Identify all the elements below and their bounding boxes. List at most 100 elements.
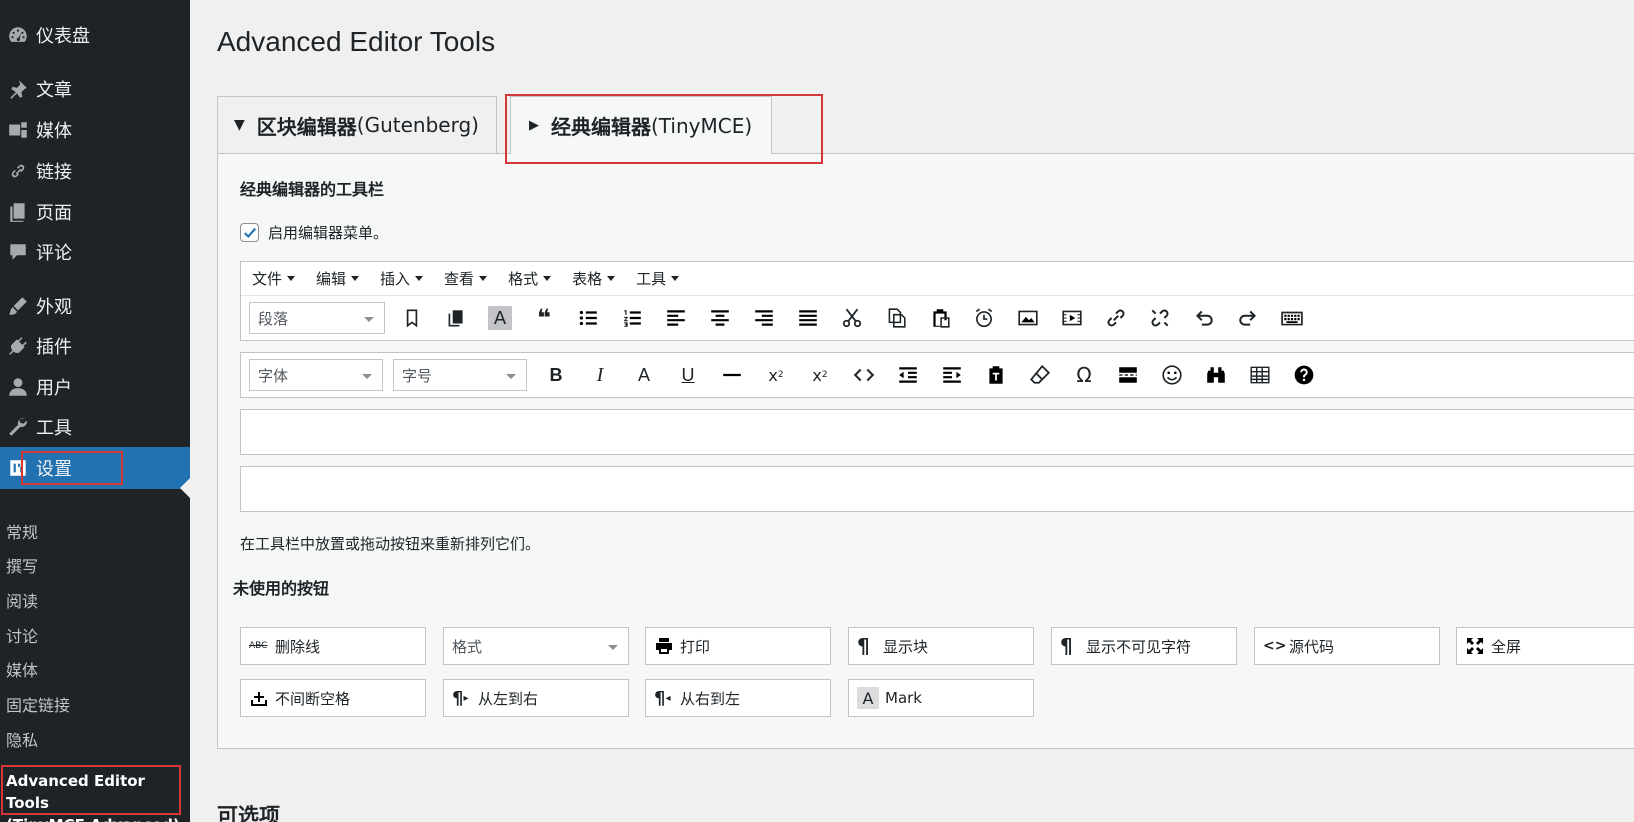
nav-pages[interactable]: 页面 <box>0 191 190 233</box>
paste-icon[interactable] <box>923 301 957 335</box>
formats-label: 格式 <box>452 637 483 656</box>
submenu-writing[interactable]: 撰写 <box>6 550 38 584</box>
keyboard-icon[interactable] <box>1275 301 1309 335</box>
submenu-general[interactable]: 常规 <box>6 516 38 550</box>
nav-media[interactable]: 媒体 <box>0 109 190 151</box>
unused-fullscreen-button[interactable]: 全屏 <box>1456 627 1634 665</box>
unused-source-code-button[interactable]: <> 源代码 <box>1254 627 1440 665</box>
help-icon[interactable] <box>1287 358 1321 392</box>
caret-down-icon <box>479 276 488 281</box>
underline-icon[interactable]: U <box>671 358 705 392</box>
omega-icon[interactable]: Ω <box>1067 358 1101 392</box>
clock-icon[interactable] <box>967 301 1001 335</box>
redo-icon[interactable] <box>1231 301 1265 335</box>
menu-file[interactable]: 文件 <box>252 268 296 289</box>
nav-links[interactable]: 链接 <box>0 150 190 192</box>
unused-strikethrough-button[interactable]: ABC 删除线 <box>240 627 426 665</box>
image-icon[interactable] <box>1011 301 1045 335</box>
page-break-icon[interactable] <box>1111 358 1145 392</box>
unused-show-invisibles-button[interactable]: ¶ 显示不可见字符 <box>1051 627 1237 665</box>
bullet-list-icon[interactable] <box>571 301 605 335</box>
eraser-icon[interactable] <box>1023 358 1057 392</box>
italic-icon[interactable]: I <box>583 358 617 392</box>
superscript-icon[interactable]: x2 <box>759 358 793 392</box>
mark-icon: A <box>857 687 879 709</box>
submenu-permalinks[interactable]: 固定链接 <box>6 689 70 723</box>
indent-icon[interactable] <box>935 358 969 392</box>
media-icon[interactable] <box>1055 301 1089 335</box>
unused-show-blocks-button[interactable]: ¶ 显示块 <box>848 627 1034 665</box>
plug-icon <box>0 335 36 357</box>
enable-menu-row: 启用编辑器菜单。 <box>240 222 388 243</box>
unused-ltr-button[interactable]: ¶ ▸ 从左到右 <box>443 679 629 717</box>
unlink-icon[interactable] <box>1143 301 1177 335</box>
toolbar-row-3-empty[interactable] <box>240 409 1634 455</box>
font-size-select[interactable]: 字号 <box>393 359 527 391</box>
mark-label: Mark <box>885 689 922 707</box>
align-left-icon[interactable] <box>659 301 693 335</box>
wrench-icon <box>0 416 36 438</box>
horizontal-line-icon[interactable] <box>715 358 749 392</box>
link-icon <box>0 160 36 182</box>
unused-print-button[interactable]: 打印 <box>645 627 831 665</box>
nav-comments[interactable]: 评论 <box>0 231 190 273</box>
caret-down-icon <box>287 276 296 281</box>
numbered-list-icon[interactable] <box>615 301 649 335</box>
menu-insert[interactable]: 插入 <box>380 268 424 289</box>
rtl-label: 从右到左 <box>680 689 741 708</box>
nav-dashboard[interactable]: 仪表盘 <box>0 14 190 56</box>
enable-menu-checkbox[interactable] <box>240 223 259 242</box>
font-family-select[interactable]: 字体 <box>249 359 383 391</box>
nav-tools[interactable]: 工具 <box>0 406 190 448</box>
font-size-value: 字号 <box>402 366 433 385</box>
toolbar-row-4-empty[interactable] <box>240 466 1634 512</box>
outdent-icon[interactable] <box>891 358 925 392</box>
user-icon <box>0 376 36 398</box>
menu-table[interactable]: 表格 <box>572 268 616 289</box>
table-icon[interactable] <box>1243 358 1277 392</box>
paste-text-icon[interactable] <box>979 358 1013 392</box>
nav-posts[interactable]: 文章 <box>0 68 190 110</box>
bookmark-icon[interactable] <box>395 301 429 335</box>
subscript-icon[interactable]: x2 <box>803 358 837 392</box>
unused-mark-button[interactable]: A Mark <box>848 679 1034 717</box>
format-select[interactable]: 段落 <box>249 302 385 334</box>
align-justify-icon[interactable] <box>791 301 825 335</box>
unused-nbsp-button[interactable]: 不间断空格 <box>240 679 426 717</box>
menu-format[interactable]: 格式 <box>508 268 552 289</box>
show-blocks-label: 显示块 <box>883 637 929 656</box>
submenu-reading[interactable]: 阅读 <box>6 585 38 619</box>
brush-icon <box>0 295 36 317</box>
align-right-icon[interactable] <box>747 301 781 335</box>
copy-doc-icon[interactable] <box>879 301 913 335</box>
unused-rtl-button[interactable]: ¶ ◂ 从右到左 <box>645 679 831 717</box>
code-icon[interactable] <box>847 358 881 392</box>
tab-gutenberg[interactable]: ▼ 区块编辑器 (Gutenberg) <box>217 96 497 153</box>
submenu-privacy[interactable]: 隐私 <box>6 724 38 758</box>
toolbar-row-1: 段落 A ❝ <box>241 296 1319 340</box>
undo-icon[interactable] <box>1187 301 1221 335</box>
nav-plugins[interactable]: 插件 <box>0 325 190 367</box>
text-highlight-icon[interactable]: A <box>488 306 512 330</box>
align-center-icon[interactable] <box>703 301 737 335</box>
media-icon <box>0 119 36 141</box>
nav-appearance[interactable]: 外观 <box>0 285 190 327</box>
blockquote-icon[interactable]: ❝ <box>527 301 561 335</box>
pushpin-icon <box>0 78 36 100</box>
emoji-icon[interactable] <box>1155 358 1189 392</box>
nav-users[interactable]: 用户 <box>0 366 190 408</box>
submenu-media[interactable]: 媒体 <box>6 654 38 688</box>
bold-icon[interactable]: B <box>539 358 573 392</box>
link-icon[interactable] <box>1099 301 1133 335</box>
unused-formats-select[interactable]: 格式 <box>443 627 629 665</box>
find-icon[interactable] <box>1199 358 1233 392</box>
font-color-icon[interactable]: A <box>627 358 661 392</box>
menu-view[interactable]: 查看 <box>444 268 488 289</box>
menu-edit[interactable]: 编辑 <box>316 268 360 289</box>
submenu-current-line2: (TinyMCE Advanced) <box>6 814 190 822</box>
menu-tools[interactable]: 工具 <box>636 268 680 289</box>
cut-icon[interactable] <box>835 301 869 335</box>
font-family-value: 字体 <box>258 366 289 385</box>
submenu-discussion[interactable]: 讨论 <box>6 620 38 654</box>
copy-icon[interactable] <box>439 301 473 335</box>
